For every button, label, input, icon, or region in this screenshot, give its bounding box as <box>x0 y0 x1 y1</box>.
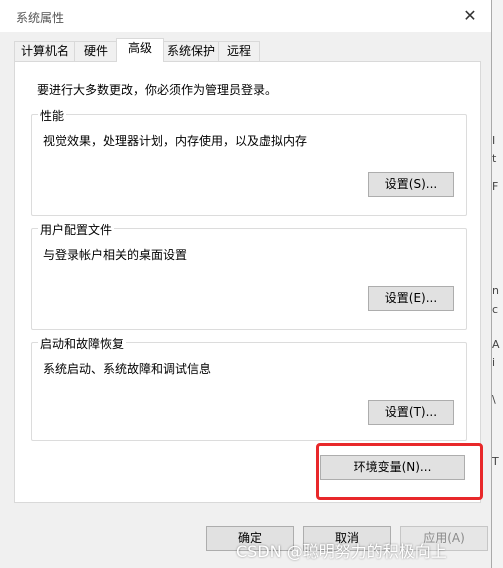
user-profiles-settings-button[interactable]: 设置(E)... <box>368 286 454 311</box>
tab-remote[interactable]: 远程 <box>218 41 260 61</box>
edge-char: I <box>492 134 496 147</box>
startup-recovery-label: 启动和故障恢复 <box>38 335 127 352</box>
tab-system-protection[interactable]: 系统保护 <box>162 41 220 61</box>
user-profiles-description: 与登录帐户相关的桌面设置 <box>43 248 188 262</box>
edge-char: A <box>492 338 500 351</box>
edge-char: n <box>492 284 499 297</box>
edge-char: i <box>492 356 496 369</box>
tab-computer-name[interactable]: 计算机名 <box>14 41 76 61</box>
startup-recovery-settings-button[interactable]: 设置(T)... <box>368 400 454 425</box>
admin-note: 要进行大多数更改，你必须作为管理员登录。 <box>37 83 278 97</box>
performance-description: 视觉效果，处理器计划，内存使用，以及虚拟内存 <box>43 134 308 148</box>
advanced-tab-panel: 要进行大多数更改，你必须作为管理员登录。 性能 视觉效果，处理器计划，内存使用，… <box>14 61 481 503</box>
title-bar[interactable]: 系统属性 ✕ <box>0 0 491 32</box>
edge-char: \ <box>492 393 496 406</box>
startup-recovery-description: 系统启动、系统故障和调试信息 <box>43 362 212 376</box>
tab-hardware[interactable]: 硬件 <box>74 41 118 61</box>
watermark: CSDN @聪明努力的积极向上 <box>236 542 447 561</box>
user-profiles-group: 用户配置文件 与登录帐户相关的桌面设置 设置(E)... <box>31 221 467 330</box>
performance-group: 性能 视觉效果，处理器计划，内存使用，以及虚拟内存 设置(S)... <box>31 107 467 216</box>
edge-char: F <box>492 180 499 193</box>
edge-char: c <box>492 303 499 316</box>
performance-label: 性能 <box>38 107 67 124</box>
tab-advanced[interactable]: 高级 <box>116 38 164 62</box>
startup-recovery-group: 启动和故障恢复 系统启动、系统故障和调试信息 设置(T)... <box>31 335 467 441</box>
edge-char: T <box>492 455 499 468</box>
window-title: 系统属性 <box>16 11 65 25</box>
close-icon[interactable]: ✕ <box>457 4 483 28</box>
user-profiles-label: 用户配置文件 <box>38 221 115 238</box>
highlight-box <box>316 443 483 500</box>
edge-char: t <box>492 152 497 165</box>
performance-settings-button[interactable]: 设置(S)... <box>368 172 454 197</box>
